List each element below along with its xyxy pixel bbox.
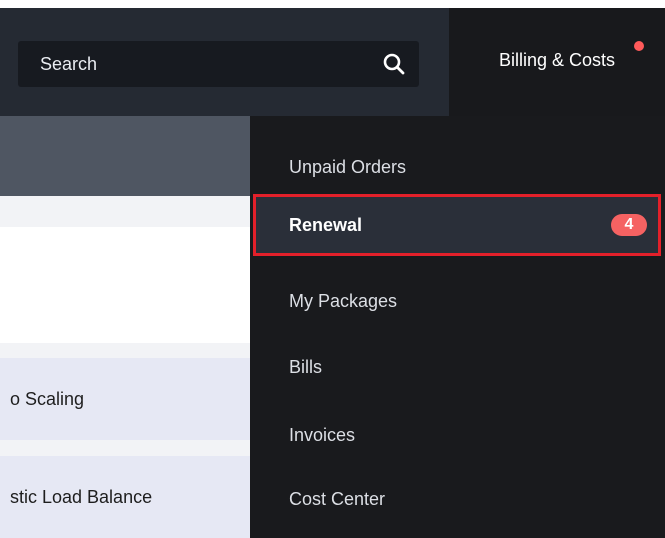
menu-item-cost-center[interactable]: Cost Center [250,468,665,530]
renewal-count-badge: 4 [611,214,647,236]
menu-item-label: Bills [289,356,323,377]
service-item-label: o Scaling [10,388,85,409]
notification-dot [634,41,644,51]
menu-item-unpaid-orders[interactable]: Unpaid Orders [250,136,665,198]
menu-item-label: My Packages [289,290,398,311]
menu-item-renewal[interactable]: Renewal 4 [253,194,661,256]
menu-item-label: Renewal [289,214,363,235]
menu-item-my-packages[interactable]: My Packages [250,270,665,332]
search-icon[interactable] [383,53,405,75]
search-input[interactable]: Search [40,54,97,75]
menu-item-label: Cost Center [289,488,386,509]
billing-costs-label: Billing & Costs [498,49,616,70]
menu-item-bills[interactable]: Bills [250,336,665,398]
content-header-bar [0,116,250,196]
service-item-label: stic Load Balance [10,486,153,507]
menu-item-label: Invoices [289,424,356,445]
menu-item-label: Unpaid Orders [289,156,407,177]
top-strip [0,0,665,8]
menu-item-invoices[interactable]: Invoices [250,404,665,466]
billing-dropdown-menu: Unpaid Orders Renewal 4 My Packages Bill… [250,116,665,538]
service-item-auto-scaling[interactable]: o Scaling [0,358,250,440]
service-item-elastic-load-balance[interactable]: stic Load Balance [0,456,250,538]
search-box[interactable]: Search [18,41,419,87]
billing-costs-menu[interactable]: Billing & Costs [449,8,665,116]
content-card [0,227,250,343]
